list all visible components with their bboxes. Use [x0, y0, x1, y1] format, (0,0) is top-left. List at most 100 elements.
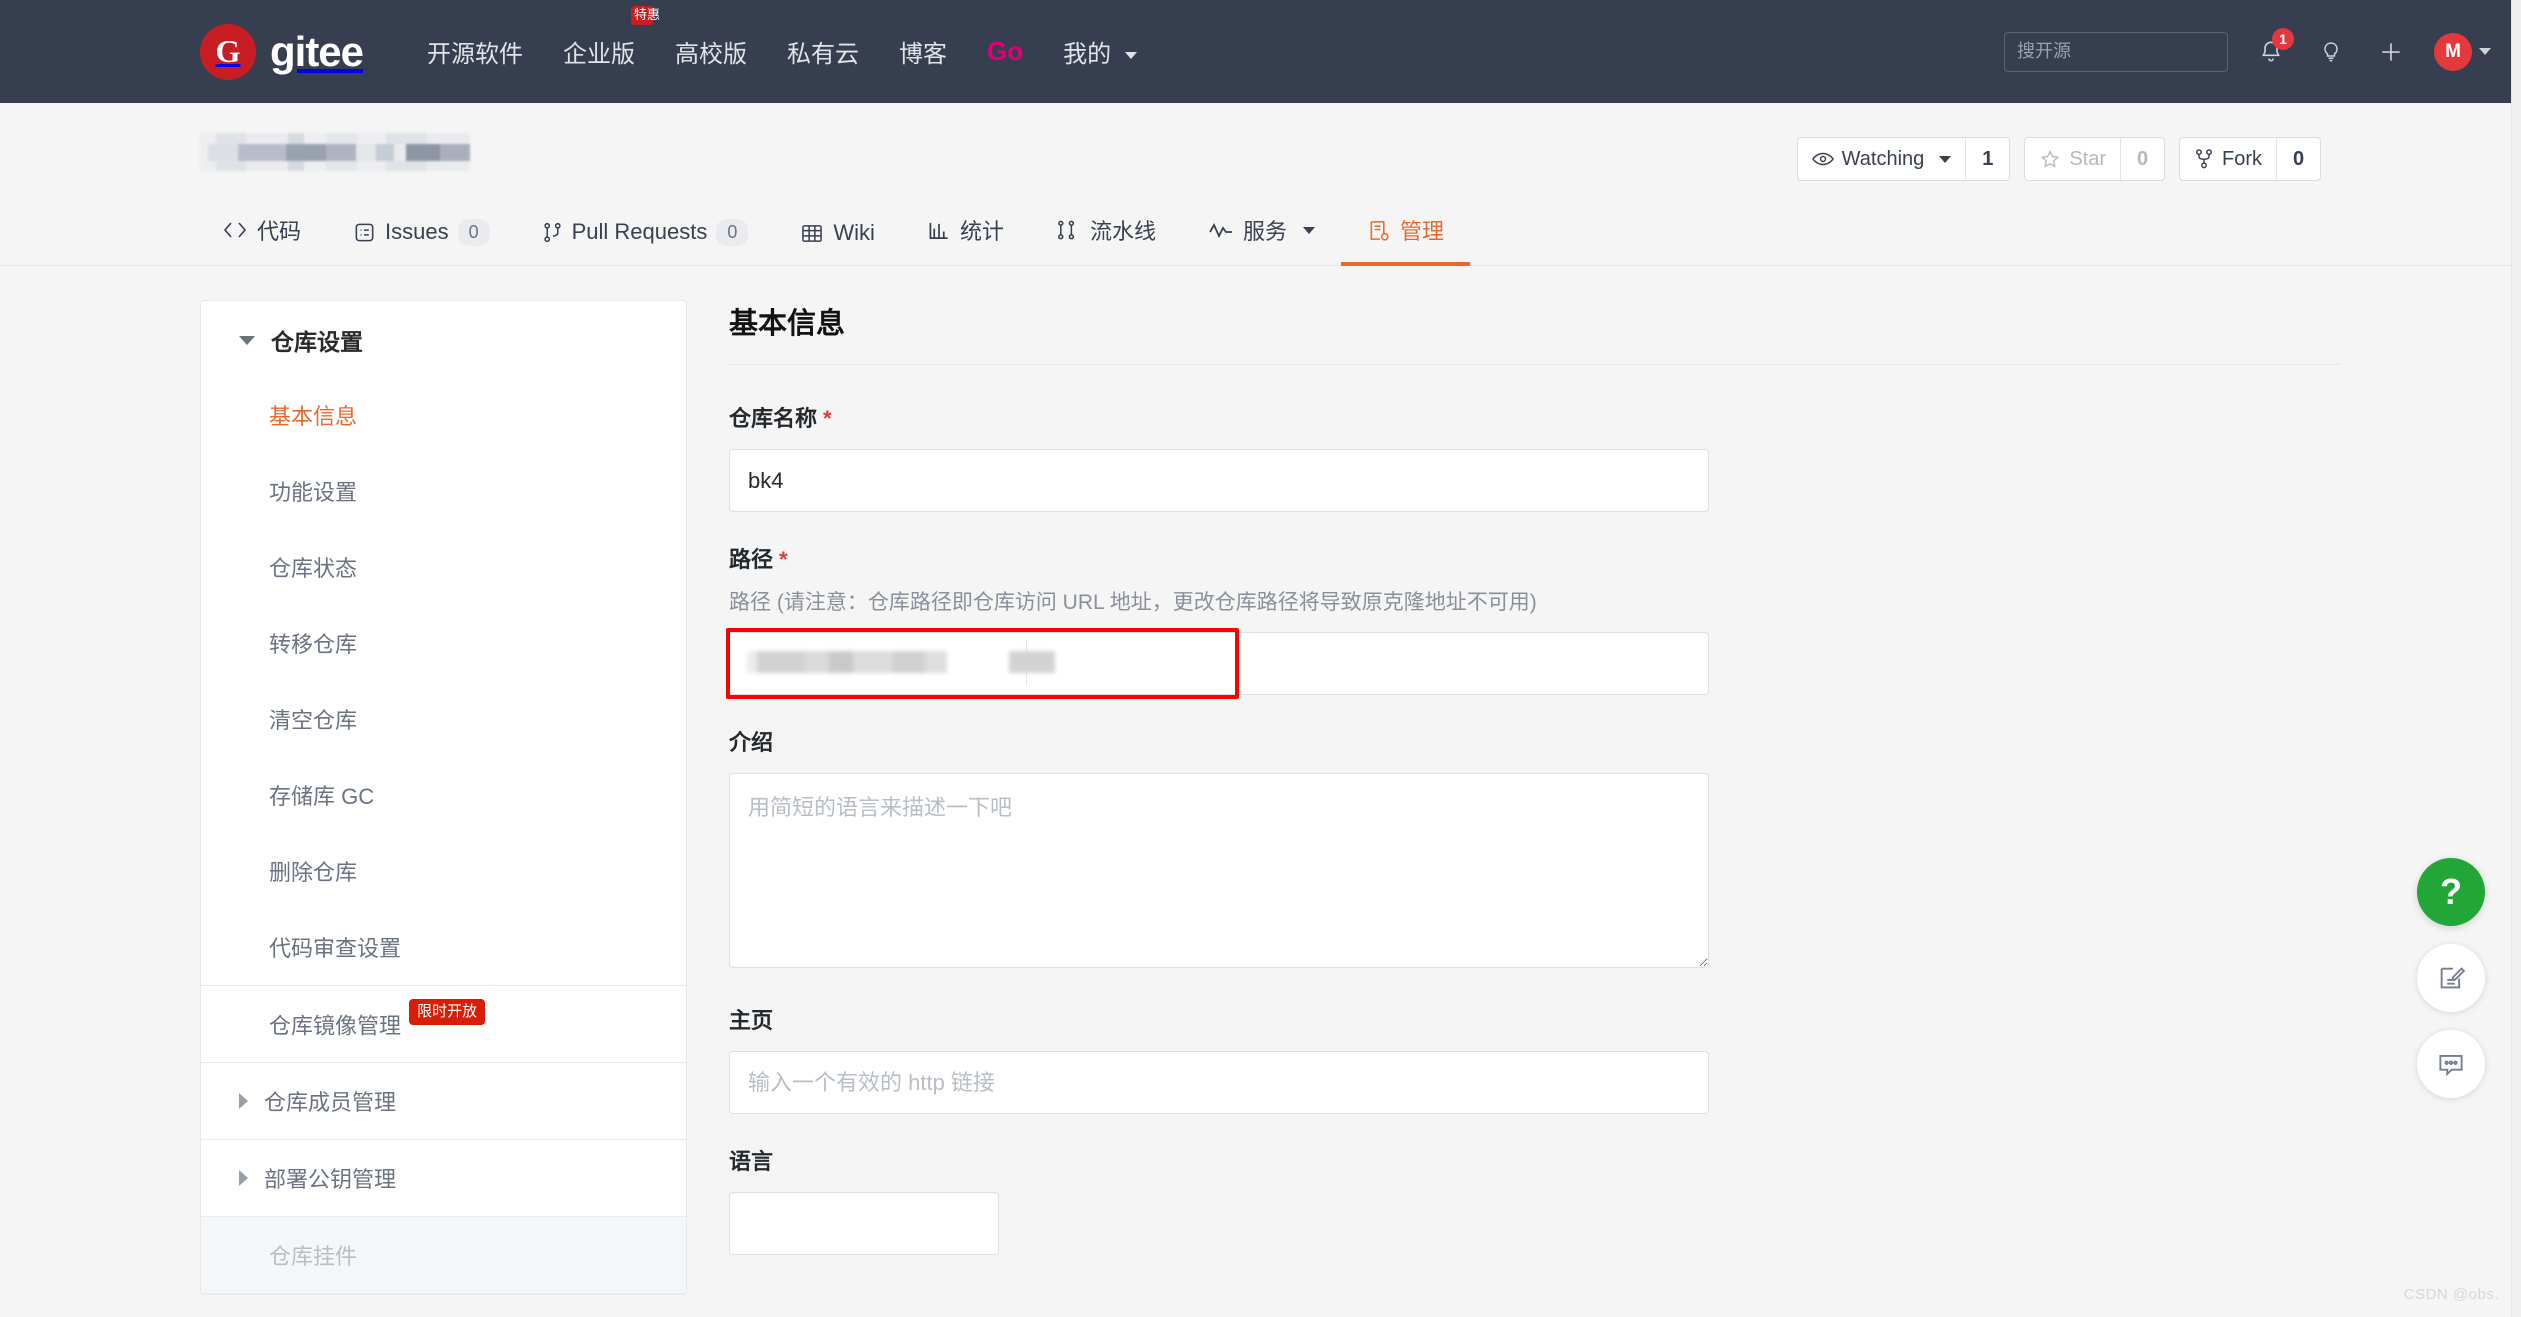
sidebar-item-feature-settings[interactable]: 功能设置 [201, 453, 686, 529]
tab-pull-requests[interactable]: Pull Requests 0 [516, 205, 775, 266]
tab-label: Wiki [833, 220, 875, 245]
chat-button[interactable] [2417, 1030, 2485, 1098]
repository-actions: Watching 1 Star 0 Fork 0 [1796, 137, 2321, 181]
tab-label: Issues [385, 219, 449, 245]
tab-label: 管理 [1399, 219, 1444, 244]
sidebar-item-basic-info[interactable]: 基本信息 [201, 377, 686, 453]
code-icon [223, 222, 247, 238]
page-title: 基本信息 [729, 300, 2341, 365]
fork-button[interactable]: Fork [2180, 138, 2276, 180]
required-asterisk: * [823, 406, 832, 431]
star-button[interactable]: Star [2025, 138, 2120, 180]
repository-tabs: 代码 Issues 0 Pull Requests 0 Wiki 统计 流水线 … [0, 199, 2521, 266]
user-menu-button[interactable]: M [2434, 32, 2491, 71]
tab-issues[interactable]: Issues 0 [327, 205, 516, 266]
nav-link-go[interactable]: Go [985, 30, 1025, 73]
sidebar-item-code-review-settings[interactable]: 代码审查设置 [201, 909, 686, 985]
sidebar-group-repo-settings[interactable]: 仓库设置 [201, 301, 686, 377]
tab-statistics[interactable]: 统计 [901, 200, 1030, 266]
nav-link-opensource[interactable]: 开源软件 [425, 28, 525, 75]
notifications-button[interactable]: 1 [2254, 27, 2294, 69]
path-hint: 路径 (请注意：仓库路径即仓库访问 URL 地址，更改仓库路径将导致原克隆地址不… [729, 591, 1537, 614]
tab-label: 流水线 [1089, 219, 1156, 244]
field-homepage: 主页 [729, 1003, 2341, 1114]
repo-name-label: 仓库名称 * [729, 401, 2341, 433]
sidebar-item-repo-status[interactable]: 仓库状态 [201, 529, 686, 605]
sidebar-group-label: 仓库成员管理 [264, 1090, 397, 1116]
tab-wiki[interactable]: Wiki [774, 206, 901, 266]
watch-button-group[interactable]: Watching 1 [1796, 137, 2011, 181]
tab-services[interactable]: 服务 [1182, 200, 1341, 266]
repository-title-redacted [200, 133, 470, 171]
sidebar-item-label: 功能设置 [269, 480, 358, 505]
global-nav: 开源软件 企业版 特惠 高校版 私有云 博客 Go 我的 [425, 6, 1139, 75]
chart-icon [929, 222, 948, 239]
sidebar-group-member-management[interactable]: 仓库成员管理 [201, 1063, 686, 1139]
gitee-logo-icon: G [200, 23, 256, 80]
fork-icon [2196, 149, 2212, 169]
path-value-redacted [737, 651, 1055, 673]
gitee-logo-link[interactable]: G gitee [200, 23, 364, 80]
required-asterisk: * [779, 547, 788, 572]
tab-label: 代码 [257, 219, 302, 244]
search-input[interactable] [2004, 31, 2228, 72]
tab-manage[interactable]: 管理 [1340, 200, 1470, 266]
nav-link-privatecloud[interactable]: 私有云 [785, 28, 861, 75]
nav-link-label: Go [987, 36, 1024, 66]
lightbulb-icon[interactable] [2314, 35, 2348, 69]
notification-count-badge: 1 [2272, 27, 2294, 50]
navbar-right-cluster: 1 M [2004, 27, 2491, 72]
intro-textarea[interactable] [729, 773, 1709, 968]
star-button-group[interactable]: Star 0 [2024, 137, 2165, 181]
help-label: ? [2440, 871, 2462, 912]
sidebar-item-delete-repo[interactable]: 删除仓库 [201, 833, 686, 909]
sidebar-item-clear-repo[interactable]: 清空仓库 [201, 681, 686, 757]
nav-link-enterprise[interactable]: 企业版 特惠 [561, 6, 660, 75]
star-count: 0 [2120, 138, 2164, 180]
language-label: 语言 [729, 1149, 774, 1174]
nav-link-mine[interactable]: 我的 [1061, 28, 1139, 75]
fork-count: 0 [2276, 138, 2320, 180]
tab-pipelines[interactable]: 流水线 [1030, 200, 1182, 266]
promo-badge: 特惠 [631, 6, 660, 25]
book-icon [802, 224, 823, 242]
triangle-right-icon [239, 1093, 248, 1110]
chevron-down-icon [1302, 226, 1315, 234]
sidebar-item-mirror-management[interactable]: 仓库镜像管理 限时开放 [201, 986, 686, 1062]
homepage-input[interactable] [729, 1051, 1709, 1114]
chevron-down-icon [2479, 48, 2491, 55]
nav-link-blog[interactable]: 博客 [897, 28, 949, 75]
sidebar-item-repo-widget: 仓库挂件 [201, 1217, 686, 1294]
page-scrollbar-gutter[interactable] [2511, 0, 2521, 1317]
sidebar-group-label: 部署公钥管理 [264, 1167, 397, 1193]
sidebar-item-label: 基本信息 [269, 404, 358, 429]
sidebar-item-label: 仓库状态 [269, 556, 358, 581]
page-body: 仓库设置 基本信息 功能设置 仓库状态 转移仓库 清空仓库 存储库 GC 删除仓… [0, 266, 2521, 1312]
settings-main: 基本信息 仓库名称* 路径* 路径 (请注意：仓库路径即仓库访问 URL 地址，… [726, 300, 2521, 1312]
repo-name-input[interactable] [729, 449, 1709, 512]
sidebar-item-label: 仓库镜像管理 [269, 1013, 402, 1039]
nav-link-education[interactable]: 高校版 [673, 28, 749, 75]
tab-label: 统计 [959, 219, 1004, 244]
tab-code[interactable]: 代码 [200, 200, 327, 266]
nav-link-label: 高校版 [675, 41, 748, 68]
feedback-button[interactable] [2417, 944, 2485, 1012]
help-button[interactable]: ? [2417, 858, 2485, 926]
sidebar-group-deploy-key-management[interactable]: 部署公钥管理 [201, 1140, 686, 1216]
repo-name-label-text: 仓库名称 [729, 406, 818, 431]
fork-button-group[interactable]: Fork 0 [2179, 137, 2321, 181]
sidebar-divider [201, 1293, 686, 1295]
triangle-right-icon [239, 1170, 248, 1187]
nav-link-label: 博客 [899, 41, 948, 68]
create-new-button[interactable] [2374, 35, 2408, 69]
pr-icon [543, 222, 561, 242]
sidebar-item-storage-gc[interactable]: 存储库 GC [201, 757, 686, 833]
sidebar-item-transfer-repo[interactable]: 转移仓库 [201, 605, 686, 681]
nav-link-label: 开源软件 [427, 41, 524, 68]
chevron-down-icon [1939, 155, 1952, 163]
watch-button[interactable]: Watching [1798, 138, 1966, 180]
nav-link-label: 我的 [1063, 41, 1112, 68]
chat-bubble-icon [2439, 1054, 2463, 1077]
sidebar-group-label: 仓库设置 [271, 329, 363, 355]
language-select[interactable] [729, 1192, 999, 1255]
